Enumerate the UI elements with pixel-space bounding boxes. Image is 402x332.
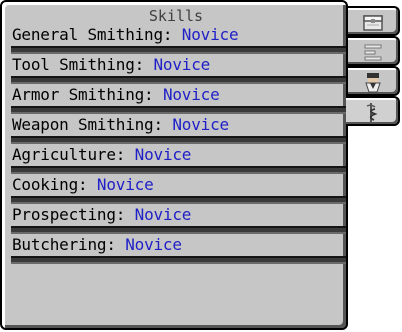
tab-list[interactable] — [348, 36, 400, 66]
skill-progress-bar — [11, 76, 346, 84]
skill-level: Novice — [125, 235, 182, 254]
skill-level: Novice — [96, 175, 154, 194]
skill-progress-bar — [11, 196, 346, 204]
skill-progress-bar — [11, 136, 346, 144]
skill-name: Cooking: — [12, 175, 97, 194]
skill-progress-bar — [11, 256, 346, 264]
skill-progress-bar — [11, 226, 346, 234]
skill-row-weapon-smithing: Weapon Smithing: Novice — [11, 115, 346, 145]
skill-name: Agriculture: — [12, 145, 135, 164]
skill-row-armor-smithing: Armor Smithing: Novice — [11, 85, 346, 115]
chest-icon — [363, 15, 383, 31]
skill-row-cooking: Cooking: Novice — [11, 175, 346, 205]
tab-skills[interactable] — [346, 96, 400, 126]
tab-inventory[interactable] — [348, 6, 400, 36]
skill-level: Novice — [134, 205, 192, 224]
skill-row-agriculture: Agriculture: Novice — [11, 145, 346, 175]
skill-name: Weapon Smithing: — [12, 115, 173, 134]
skill-level: Novice — [172, 115, 229, 134]
skill-name: Tool Smithing: — [12, 55, 154, 74]
skill-level: Novice — [134, 145, 192, 164]
skill-progress-bar — [11, 106, 346, 114]
skills-panel: Skills General Smithing: Novice Tool Smi… — [0, 0, 348, 330]
skill-progress-bar — [11, 166, 346, 174]
skill-name: General Smithing: — [12, 25, 182, 44]
skill-list: General Smithing: Novice Tool Smithing: … — [11, 25, 346, 265]
skill-row-prospecting: Prospecting: Novice — [11, 205, 346, 235]
panel-title: Skills — [148, 7, 204, 25]
skill-row-tool-smithing: Tool Smithing: Novice — [11, 55, 346, 85]
skill-row-butchering: Butchering: Novice — [11, 235, 346, 265]
skill-name: Prospecting: — [12, 205, 135, 224]
skill-level: Novice — [162, 85, 220, 104]
skill-name: Butchering: — [12, 235, 126, 254]
skill-row-general-smithing: General Smithing: Novice — [11, 25, 346, 55]
skill-level: Novice — [181, 25, 239, 44]
skill-name: Armor Smithing: — [12, 85, 163, 104]
list-icon — [364, 44, 382, 61]
skill-progress-bar — [11, 46, 346, 54]
caduceus-icon — [366, 103, 378, 122]
skill-level: Novice — [153, 55, 211, 74]
tab-player[interactable] — [348, 66, 400, 96]
player-icon — [365, 73, 381, 93]
